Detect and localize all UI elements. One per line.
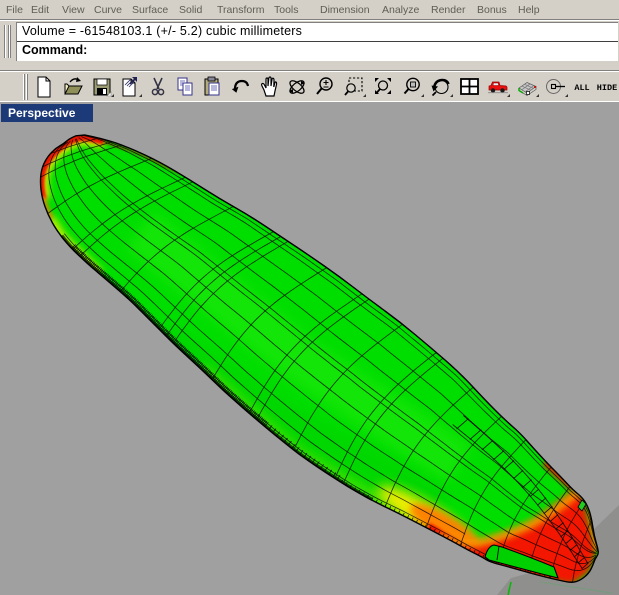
svg-text:ALL: ALL — [574, 83, 589, 93]
svg-text:HIDE: HIDE — [597, 83, 617, 93]
